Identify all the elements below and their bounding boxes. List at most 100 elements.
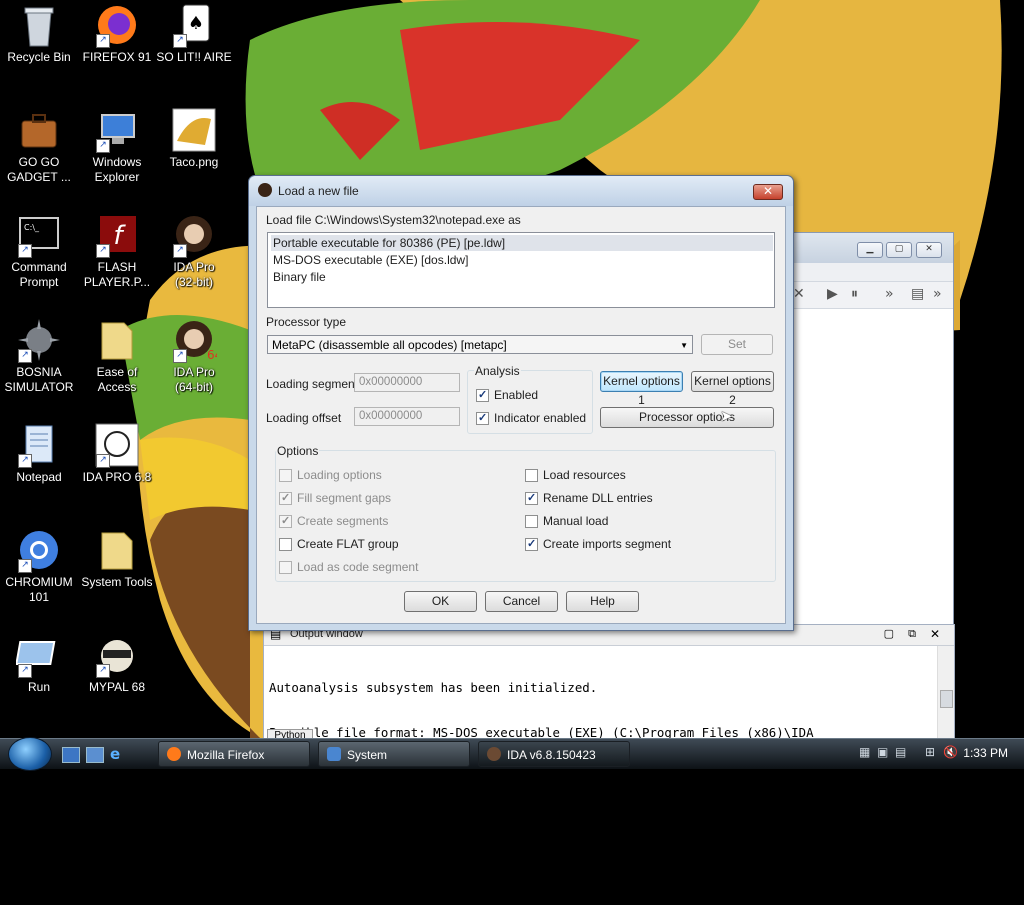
desktop-icon-ease-of-access[interactable]: Ease of Access <box>74 315 160 395</box>
minimize-button[interactable]: ▁ <box>857 242 883 258</box>
desktop-icon-ida-pro-68[interactable]: ↗ IDA PRO 6.8 <box>74 420 160 485</box>
raccoon-icon: ↗ <box>94 632 140 678</box>
taskbar: e Mozilla Firefox System IDA v6.8.150423… <box>0 737 1024 771</box>
cancel-button[interactable]: Cancel <box>485 591 558 612</box>
desktop-icon-notepad[interactable]: ↗ Notepad <box>0 420 82 485</box>
toolbar-overflow-icon[interactable]: » <box>885 286 894 302</box>
desktop-icon-chromium[interactable]: ↗ CHROMIUM 101 <box>0 525 82 605</box>
load-as-code-segment-checkbox[interactable]: Load as code segment <box>279 560 439 575</box>
output-line: Autoanalysis subsystem has been initiali… <box>269 680 598 695</box>
tray-app-icon-2[interactable]: ▣ <box>877 745 888 759</box>
show-desktop-icon[interactable] <box>62 747 80 763</box>
desktop-icon-run[interactable]: ↗ Run <box>0 630 82 695</box>
system-tray: ▦ ▣ ▤ ⊞ 🔇 <box>855 745 965 761</box>
close-icon[interactable]: ✕ <box>930 627 940 641</box>
manual-load-checkbox[interactable]: Manual load <box>525 514 665 529</box>
toolbar-overflow-icon-2[interactable]: » <box>933 286 942 302</box>
list-item[interactable]: Portable executable for 80386 (PE) [pe.l… <box>271 235 773 251</box>
create-flat-group-checkbox[interactable]: Create FLAT group <box>279 537 419 552</box>
kernel-options-2-button[interactable]: Kernel options 2 <box>691 371 774 407</box>
float-icon[interactable]: ⧉ <box>908 627 916 641</box>
pause-icon[interactable]: ⏸ <box>851 286 858 302</box>
internet-explorer-icon[interactable]: e <box>110 747 126 762</box>
close-button[interactable]: ✕ <box>753 184 783 200</box>
notepad-icon: ↗ <box>16 422 62 468</box>
desktop-icon-windows-explorer[interactable]: ↗ Windows Explorer <box>74 105 160 185</box>
firefox-icon: ↗ <box>94 2 140 48</box>
system-window-icon <box>327 747 341 761</box>
output-line: 6.8\loaders\dos.ldw) <box>269 770 419 785</box>
desktop-icon-taco-png[interactable]: Taco.png <box>151 105 237 170</box>
options-label: Options <box>276 444 320 458</box>
file-format-list[interactable]: Portable executable for 80386 (PE) [pe.l… <box>267 232 775 308</box>
desktop-icon-so-lit-aire[interactable]: ♠ ↗ SO LIT!! AIRE <box>151 0 237 65</box>
loading-options-checkbox[interactable]: Loading options <box>279 468 419 483</box>
output-line: (x86)\IDA 6.8\loaders\pe.ldw) <box>269 860 486 875</box>
network-icon[interactable]: ⊞ <box>925 745 935 759</box>
ida-toolbar: ✕ ▶ ⏸ » ▤ » <box>793 281 953 309</box>
toolbar-book-icon[interactable]: ▤ <box>911 286 924 302</box>
ida-portrait-icon <box>258 183 272 197</box>
indicator-enabled-checkbox[interactable]: ✓ Indicator enabled <box>476 411 586 426</box>
tray-app-icon-3[interactable]: ▤ <box>895 745 906 759</box>
taco-thumbnail-icon <box>171 107 217 153</box>
processor-type-label: Processor type <box>266 315 347 329</box>
analysis-enabled-checkbox[interactable]: ✓ Enabled <box>476 388 576 403</box>
create-imports-segment-checkbox[interactable]: ✓ Create imports segment <box>525 537 685 552</box>
fill-segment-gaps-checkbox[interactable]: ✓ Fill segment gaps <box>279 491 419 506</box>
desktop-icon-ida-pro-32[interactable]: ↗ IDA Pro (32-bit) <box>151 210 237 290</box>
desktop-icon-mypal[interactable]: ↗ MYPAL 68 <box>74 630 160 695</box>
recycle-bin-icon <box>16 2 62 48</box>
stop-icon[interactable]: ✕ <box>793 286 805 302</box>
loading-offset-field[interactable]: 0x00000000 <box>354 407 460 426</box>
taskbar-item-ida[interactable]: IDA v6.8.150423 <box>478 741 630 767</box>
run-icon: ↗ <box>15 632 62 678</box>
rename-dll-entries-checkbox[interactable]: ✓ Rename DLL entries <box>525 491 665 506</box>
list-item[interactable]: Binary file <box>271 269 773 285</box>
help-button[interactable]: Help <box>566 591 639 612</box>
switch-windows-icon[interactable] <box>86 747 104 763</box>
clock[interactable]: 1:33 PM <box>963 746 1008 760</box>
list-item[interactable]: MS-DOS executable (EXE) [dos.ldw] <box>271 252 773 268</box>
desktop-icon-ida-pro-64[interactable]: 64 ↗ IDA Pro (64-bit) <box>151 315 237 395</box>
folder-icon <box>94 317 140 363</box>
load-file-dialog: Load a new file ✕ Load file C:\Windows\S… <box>248 175 794 631</box>
taskbar-item-system[interactable]: System <box>318 741 470 767</box>
svg-text:64: 64 <box>207 348 217 362</box>
desktop-icon-bosnia-simulator[interactable]: ↗ BOSNIA SIMULATOR <box>0 315 82 395</box>
taskbar-item-firefox[interactable]: Mozilla Firefox <box>158 741 310 767</box>
ida-main-window: ▁ ▢ ✕ ✕ ▶ ⏸ » ▤ » <box>793 232 954 652</box>
load-file-label: Load file C:\Windows\System32\notepad.ex… <box>266 213 521 227</box>
start-button[interactable] <box>8 737 52 771</box>
output-scrollbar[interactable] <box>937 646 954 739</box>
kernel-options-1-button[interactable]: Kernel options 1 <box>600 371 683 407</box>
dialog-titlebar[interactable]: Load a new file ✕ <box>249 176 793 206</box>
create-segments-checkbox[interactable]: ✓ Create segments <box>279 514 419 529</box>
loading-segment-field[interactable]: 0x00000000 <box>354 373 460 392</box>
maximize-button[interactable]: ▢ <box>886 242 912 258</box>
dialog-title: Load a new file <box>278 184 359 198</box>
desktop-icon-go-go-gadget[interactable]: GO GO GADGET ... <box>0 105 82 185</box>
mouse-cursor-icon: ➤ <box>720 407 733 425</box>
desktop-icon-flash-player[interactable]: f ↗ FLASH PLAYER.P... <box>74 210 160 290</box>
desktop-icon-firefox[interactable]: ↗ FIREFOX 91 <box>74 0 160 65</box>
volume-muted-icon[interactable]: 🔇 <box>943 745 958 759</box>
play-icon[interactable]: ▶ <box>827 286 838 302</box>
set-button[interactable]: Set <box>701 334 773 355</box>
desktop-icon-command-prompt[interactable]: C:\_ ↗ Command Prompt <box>0 210 82 290</box>
ida-titlebar: ▁ ▢ ✕ <box>793 233 953 263</box>
flash-player-icon: f ↗ <box>94 212 140 258</box>
loading-offset-label: Loading offset <box>266 411 342 425</box>
ok-button[interactable]: OK <box>404 591 477 612</box>
ida-portrait-icon: ↗ <box>171 212 217 258</box>
load-resources-checkbox[interactable]: Load resources <box>525 468 665 483</box>
processor-type-select[interactable]: MetaPC (disassemble all opcodes) [metapc… <box>267 335 693 354</box>
desktop-icon-recycle-bin[interactable]: Recycle Bin <box>0 0 82 65</box>
restore-icon[interactable]: ▢ <box>884 627 894 640</box>
close-button[interactable]: ✕ <box>916 242 942 258</box>
desktop-icon-system-tools[interactable]: System Tools <box>74 525 160 590</box>
spiked-mine-icon: ↗ <box>16 317 62 363</box>
processor-options-button[interactable]: Processor options <box>600 407 774 428</box>
processor-type-value: MetaPC (disassemble all opcodes) [metapc… <box>272 338 507 352</box>
tray-app-icon[interactable]: ▦ <box>859 745 870 759</box>
